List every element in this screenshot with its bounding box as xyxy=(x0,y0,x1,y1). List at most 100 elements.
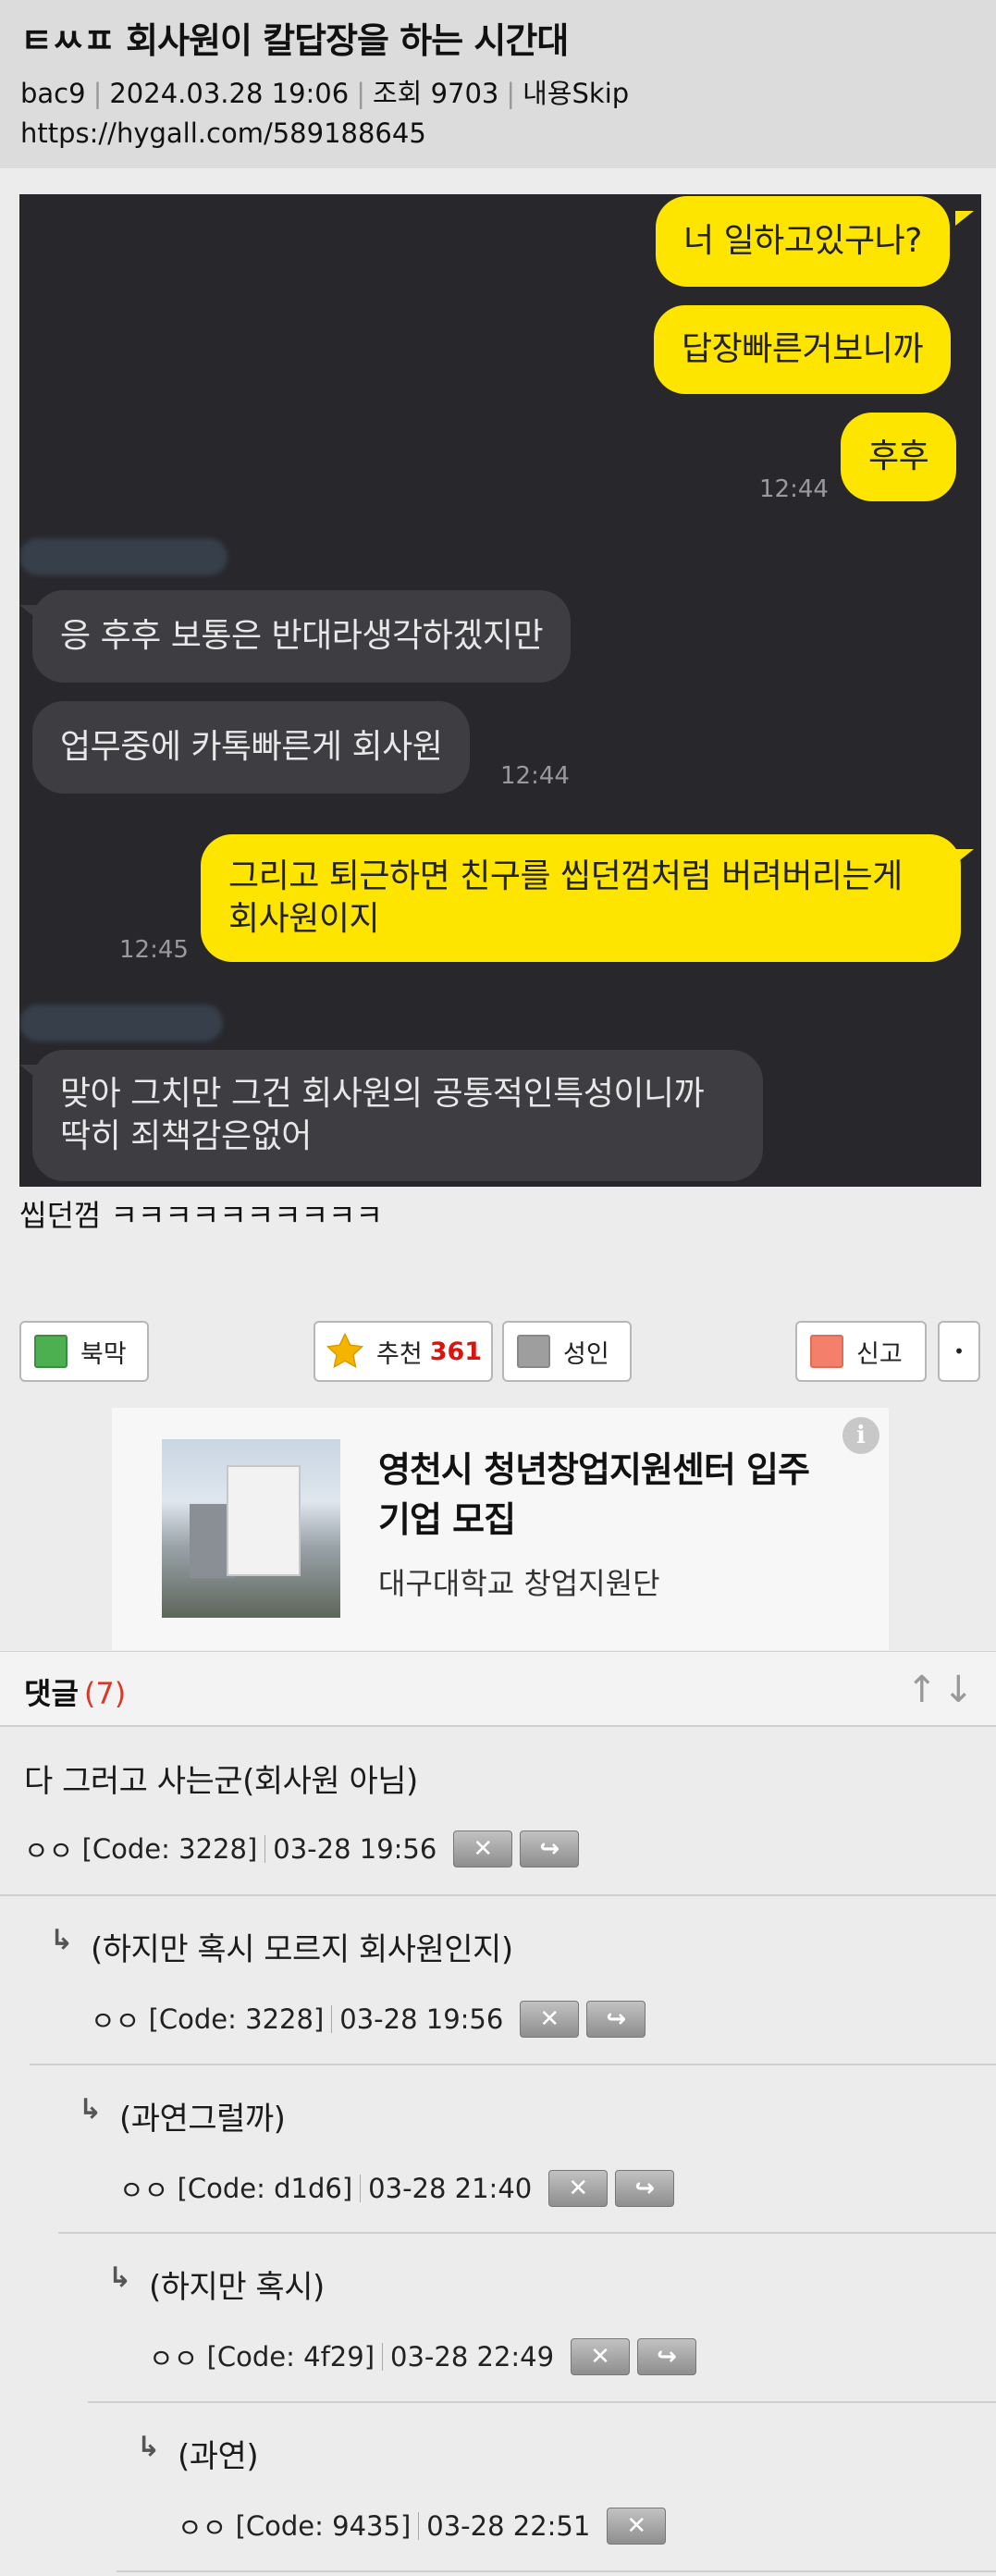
chat-message: 딱히 죄책감은없어 xyxy=(60,1117,312,1155)
delete-comment-button[interactable]: ✕ xyxy=(571,2338,631,2375)
chat-message: 맞아 그치만 그건 회사원의 공통적인특성이니까 xyxy=(60,1075,705,1113)
comment-meta: ㅇㅇ [Code: 4f29] 03-28 22:49 ✕ ↪ xyxy=(149,2337,697,2376)
more-icon: • xyxy=(953,1340,965,1362)
divider: | xyxy=(92,78,103,109)
bubble-tail xyxy=(955,849,974,864)
comments-count: (7) xyxy=(83,1676,127,1711)
comment-item: ↳ (과연) ㅇㅇ [Code: 9435] 03-28 22:51 ✕ xyxy=(117,2403,996,2572)
reply-comment-button[interactable]: ↪ xyxy=(586,2001,646,2038)
more-button[interactable]: • xyxy=(938,1321,980,1382)
delete-comment-button[interactable]: ✕ xyxy=(453,1830,513,1867)
comment-date: 03-28 19:56 xyxy=(339,2003,504,2035)
reply-arrow-icon: ↳ xyxy=(137,2431,161,2463)
bookmark-label: 북막 xyxy=(80,1339,127,1369)
comment-code: [Code: 9435] xyxy=(235,2510,412,2542)
comment-item: ↳ (하지만 혹시 모르지 회사원인지) ㅇㅇ [Code: 3228] 03-2… xyxy=(30,1896,996,2065)
bookmark-icon xyxy=(34,1335,68,1368)
comment-item: 다 그러고 사는군(회사원 아님) ㅇㅇ [Code: 3228] 03-28 1… xyxy=(0,1728,996,1896)
post-datetime: 2024.03.28 19:06 xyxy=(109,78,350,109)
recommend-label: 추천 xyxy=(376,1339,423,1369)
bookmark-button[interactable]: 북막 xyxy=(19,1321,149,1382)
report-label: 신고 xyxy=(856,1339,903,1369)
chat-screenshot: 너 일하고있구나? 답장빠른거보니까 후후 12:44 응 후후 보통은 반대라… xyxy=(19,194,981,1187)
reply-comment-button[interactable]: ↪ xyxy=(637,2338,697,2375)
adult-button[interactable]: 성인 xyxy=(502,1321,632,1382)
chat-message: 회사원이지 xyxy=(228,900,380,938)
ad-banner[interactable]: 영천시 청년창업지원센터 입주 기업 모집 대구대학교 창업지원단 i xyxy=(112,1408,889,1650)
comment-item: ↳ (하지만 혹시) ㅇㅇ [Code: 4f29] 03-28 22:49 ✕ ↪ xyxy=(88,2234,996,2403)
adult-icon xyxy=(517,1335,550,1368)
comment-date: 03-28 19:56 xyxy=(273,1833,437,1865)
sort-icon[interactable]: ↑↓ xyxy=(906,1669,979,1711)
comment-author: ㅇㅇ xyxy=(149,2343,199,2374)
comments-title: 댓글 (7) xyxy=(24,1670,126,1713)
divider xyxy=(382,2343,384,2371)
comment-text: (과연) xyxy=(178,2438,259,2475)
comment-date: 03-28 22:49 xyxy=(390,2341,555,2373)
comment-author: ㅇㅇ xyxy=(24,1835,74,1867)
recommend-count: 361 xyxy=(429,1337,483,1366)
post-url[interactable]: https://hygall.com/589188645 xyxy=(20,115,976,152)
chat-bubble-other: 업무중에 카톡빠른게 회사원 xyxy=(32,701,471,794)
report-button[interactable]: 신고 xyxy=(795,1321,927,1382)
reply-comment-button[interactable]: ↪ xyxy=(520,1830,580,1867)
comment-text: 다 그러고 사는군(회사원 아님) xyxy=(24,1763,418,1800)
comment-item: ↳ (과연그럴까) ㅇㅇ [Code: d1d6] 03-28 21:40 ✕ ↪ xyxy=(58,2065,996,2234)
delete-comment-button[interactable]: ✕ xyxy=(548,2170,609,2207)
chat-message: 업무중에 카톡빠른게 회사원 xyxy=(60,728,443,766)
delete-comment-button[interactable]: ✕ xyxy=(520,2001,580,2038)
chat-message: 응 후후 보통은 반대라생각하겠지만 xyxy=(60,617,544,655)
chat-time: 12:44 xyxy=(500,762,570,790)
adult-label: 성인 xyxy=(563,1339,609,1369)
comment-text: (하지만 혹시 모르지 회사원인지) xyxy=(91,1931,513,1968)
post-title: ㅌㅆㅍ 회사원이 칼답장을 하는 시간대 xyxy=(20,20,569,61)
divider xyxy=(264,1835,266,1863)
delete-comment-button[interactable]: ✕ xyxy=(607,2508,667,2545)
bubble-tail xyxy=(19,1065,38,1079)
chat-message: 그리고 퇴근하면 친구를 씹던껌처럼 버려버리는게 xyxy=(228,857,903,895)
comments-label: 댓글 xyxy=(24,1676,79,1711)
divider xyxy=(360,2175,362,2202)
reply-arrow-icon: ↳ xyxy=(108,2262,132,2294)
chat-bubble-me: 그리고 퇴근하면 친구를 씹던껌처럼 버려버리는게 회사원이지 xyxy=(201,834,961,962)
chat-bubble-other: 응 후후 보통은 반대라생각하겠지만 xyxy=(32,590,572,683)
post-meta: bac9 | 2024.03.28 19:06 | 조회 9703 | 내용Skip xyxy=(20,72,976,115)
skip-content-link[interactable]: 내용Skip xyxy=(523,78,629,109)
comment-text: (과연그럴까) xyxy=(119,2101,286,2138)
chat-bubble-me: 후후 xyxy=(841,413,957,501)
comment-author: ㅇㅇ xyxy=(119,2175,169,2206)
divider: | xyxy=(356,78,365,109)
chat-time: 12:45 xyxy=(119,936,189,964)
comment-meta: ㅇㅇ [Code: d1d6] 03-28 21:40 ✕ ↪ xyxy=(119,2169,675,2208)
ad-title[interactable]: 영천시 청년창업지원센터 입주 기업 모집 xyxy=(378,1445,850,1545)
post-author[interactable]: bac9 xyxy=(20,78,86,109)
comment-meta: ㅇㅇ [Code: 3228] 03-28 19:56 ✕ ↪ xyxy=(24,1830,580,1868)
chat-message: 너 일하고있구나? xyxy=(683,222,922,260)
post-body-text: 씹던껌 ㅋㅋㅋㅋㅋㅋㅋㅋㅋㅋ xyxy=(19,1198,383,1233)
recommend-button[interactable]: 추천 361 xyxy=(314,1321,493,1382)
reply-arrow-icon: ↳ xyxy=(79,2093,103,2126)
info-icon[interactable]: i xyxy=(842,1417,879,1454)
comments-header: 댓글 (7) ↑↓ xyxy=(0,1651,996,1727)
reply-comment-button[interactable]: ↪ xyxy=(615,2170,675,2207)
divider xyxy=(418,2512,420,2540)
chat-message: 답장빠른거보니까 xyxy=(682,330,923,368)
reply-arrow-icon: ↳ xyxy=(50,1924,74,1956)
comment-meta: ㅇㅇ [Code: 9435] 03-28 22:51 ✕ xyxy=(178,2507,667,2545)
comment-code: [Code: 4f29] xyxy=(206,2341,375,2373)
comment-author: ㅇㅇ xyxy=(91,2005,141,2037)
divider: | xyxy=(506,78,516,109)
chat-time: 12:44 xyxy=(759,475,829,503)
ad-subtitle: 대구대학교 창업지원단 xyxy=(378,1566,660,1601)
ad-image xyxy=(162,1439,340,1618)
comment-meta: ㅇㅇ [Code: 3228] 03-28 19:56 ✕ ↪ xyxy=(91,2000,646,2039)
comment-author: ㅇㅇ xyxy=(178,2512,227,2544)
comment-date: 03-28 21:40 xyxy=(368,2173,533,2204)
blurred-sender-name xyxy=(19,538,227,575)
comment-code: [Code: 3228] xyxy=(148,2003,325,2035)
comment-date: 03-28 22:51 xyxy=(426,2510,591,2542)
chat-bubble-me: 답장빠른거보니까 xyxy=(654,305,951,394)
ad-image-building xyxy=(227,1465,301,1576)
comment-text: (하지만 혹시) xyxy=(149,2269,325,2306)
bubble-tail xyxy=(19,605,38,620)
